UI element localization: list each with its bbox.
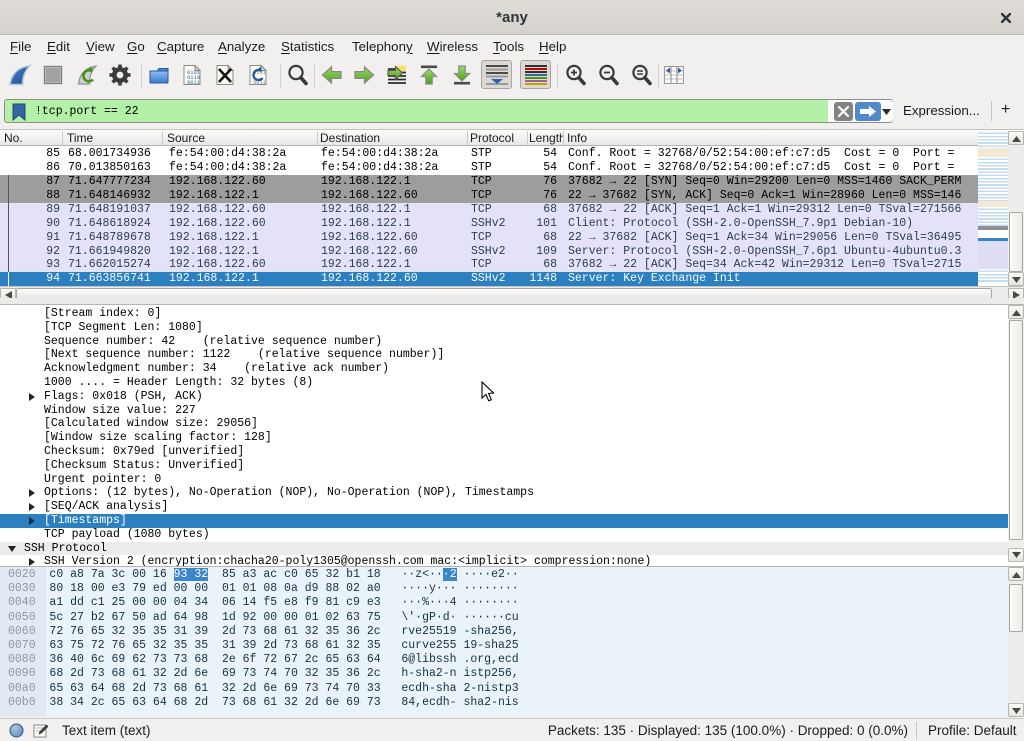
svg-text:0011: 0011 xyxy=(187,80,200,86)
